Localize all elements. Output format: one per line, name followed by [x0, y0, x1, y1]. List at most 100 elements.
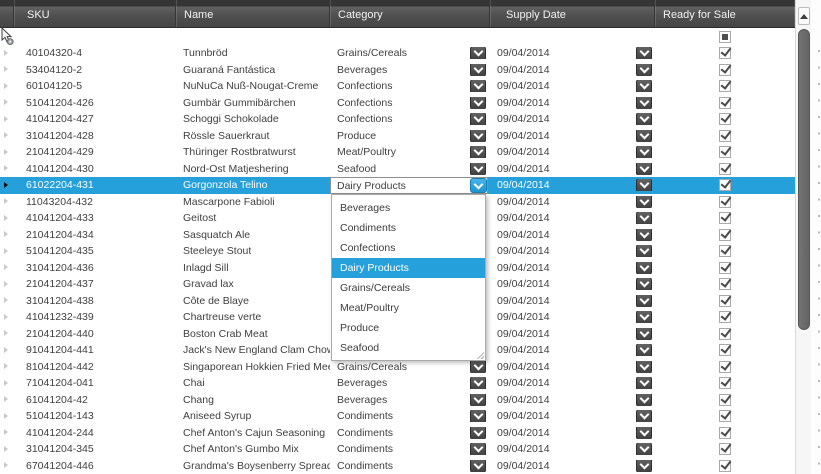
table-row[interactable]: 41041204-430 Nord-Ost Matjeshering Seafo… [0, 161, 795, 178]
column-header-category[interactable]: Category [330, 0, 490, 27]
row-expander-icon[interactable] [4, 83, 8, 89]
date-dropdown-button[interactable] [636, 196, 652, 208]
date-dropdown-button[interactable] [636, 47, 652, 59]
date-dropdown-button[interactable] [636, 212, 652, 224]
table-row[interactable]: 60104120-5 NuNuCa Nuß-Nougat-Creme Confe… [0, 78, 795, 95]
date-dropdown-button[interactable] [636, 229, 652, 241]
date-dropdown-button[interactable] [636, 278, 652, 290]
row-expander-icon[interactable] [4, 446, 8, 452]
row-expander-icon[interactable] [4, 149, 8, 155]
row-expander-icon[interactable] [4, 297, 8, 303]
category-dropdown-button[interactable] [470, 80, 486, 92]
category-dropdown-button[interactable] [470, 361, 486, 373]
ready-checkbox[interactable] [719, 212, 731, 224]
dropdown-option[interactable]: Condiments [332, 218, 485, 238]
row-expander-icon[interactable] [4, 66, 8, 72]
row-expander-icon[interactable] [4, 248, 8, 254]
table-row[interactable]: 21041204-429 Thüringer Rostbratwurst Mea… [0, 144, 795, 161]
column-header-sku[interactable]: SKU [14, 0, 176, 27]
column-header-name[interactable]: Name [176, 0, 330, 27]
date-dropdown-button[interactable] [636, 443, 652, 455]
ready-checkbox[interactable] [719, 113, 731, 125]
date-dropdown-button[interactable] [636, 295, 652, 307]
row-expander-icon[interactable] [4, 182, 8, 188]
dropdown-option[interactable]: Dairy Products [332, 258, 485, 278]
row-expander-icon[interactable] [4, 215, 8, 221]
table-row[interactable]: 71041204-041 Chai Beverages 09/04/2014 [0, 375, 795, 392]
date-dropdown-button[interactable] [636, 113, 652, 125]
dropdown-option[interactable]: Grains/Cereals [332, 278, 485, 298]
ready-checkbox[interactable] [719, 394, 731, 406]
category-dropdown-button[interactable] [470, 97, 486, 109]
dropdown-option[interactable]: Confections [332, 238, 485, 258]
row-expander-icon[interactable] [4, 314, 8, 320]
row-expander-icon[interactable] [4, 429, 8, 435]
category-dropdown-button[interactable] [470, 47, 486, 59]
ready-checkbox[interactable] [719, 262, 731, 274]
row-expander-icon[interactable] [4, 396, 8, 402]
category-dropdown-button[interactable] [470, 460, 486, 472]
column-header-supply-date[interactable]: Supply Date [490, 0, 655, 27]
date-dropdown-button[interactable] [636, 146, 652, 158]
category-combobox-editor[interactable]: Dairy Products [330, 177, 488, 194]
row-expander-icon[interactable] [4, 50, 8, 56]
date-dropdown-button[interactable] [636, 344, 652, 356]
row-expander-icon[interactable] [4, 363, 8, 369]
ready-checkbox[interactable] [719, 427, 731, 439]
dropdown-option[interactable]: Meat/Poultry [332, 298, 485, 318]
ready-checkbox[interactable] [719, 97, 731, 109]
date-dropdown-button[interactable] [636, 427, 652, 439]
date-dropdown-button[interactable] [636, 410, 652, 422]
ready-checkbox[interactable] [719, 344, 731, 356]
ready-checkbox[interactable] [719, 130, 731, 142]
table-row[interactable]: 81041204-442 Singaporean Hokkien Fried M… [0, 359, 795, 376]
date-dropdown-button[interactable] [636, 130, 652, 142]
row-expander-icon[interactable] [4, 198, 8, 204]
category-dropdown-button[interactable] [470, 410, 486, 422]
date-dropdown-button[interactable] [636, 311, 652, 323]
ready-checkbox[interactable] [719, 47, 731, 59]
ready-checkbox[interactable] [719, 361, 731, 373]
ready-checkbox[interactable] [719, 460, 731, 472]
row-expander-icon[interactable] [4, 413, 8, 419]
ready-checkbox[interactable] [719, 146, 731, 158]
popup-resize-grip[interactable] [476, 351, 484, 359]
table-row[interactable]: 51041204-426 Gumbär Gummibärchen Confect… [0, 95, 795, 112]
row-expander-icon[interactable] [4, 99, 8, 105]
row-expander-icon[interactable] [4, 347, 8, 353]
category-dropdown-button[interactable] [470, 163, 486, 175]
date-dropdown-button[interactable] [636, 361, 652, 373]
row-expander-icon[interactable] [4, 116, 8, 122]
date-dropdown-button[interactable] [636, 80, 652, 92]
date-dropdown-button[interactable] [636, 163, 652, 175]
table-row[interactable]: 31041204-345 Chef Anton's Gumbo Mix Cond… [0, 441, 795, 458]
column-header-ready-for-sale[interactable]: Ready for Sale [655, 0, 795, 27]
category-dropdown-button[interactable] [470, 64, 486, 76]
ready-checkbox[interactable] [719, 196, 731, 208]
table-row[interactable]: 53404120-2 Guaraná Fantástica Beverages … [0, 62, 795, 79]
category-dropdown-button[interactable] [470, 130, 486, 142]
table-row[interactable]: 61041204-42 Chang Beverages 09/04/2014 [0, 392, 795, 409]
ready-checkbox[interactable] [719, 311, 731, 323]
table-row[interactable]: 67041204-446 Grandma's Boysenberry Sprea… [0, 458, 795, 474]
category-dropdown-button[interactable] [470, 146, 486, 158]
date-dropdown-button[interactable] [636, 460, 652, 472]
dropdown-option[interactable]: Beverages [332, 198, 485, 218]
ready-checkbox[interactable] [719, 80, 731, 92]
category-dropdown-button[interactable] [470, 113, 486, 125]
date-dropdown-button[interactable] [636, 64, 652, 76]
ready-checkbox[interactable] [719, 377, 731, 389]
dropdown-option[interactable]: Produce [332, 318, 485, 338]
category-dropdown-button[interactable] [470, 377, 486, 389]
ready-checkbox[interactable] [719, 410, 731, 422]
table-row[interactable]: 41041204-427 Schoggi Schokolade Confecti… [0, 111, 795, 128]
category-dropdown-button[interactable] [470, 443, 486, 455]
ready-checkbox[interactable] [719, 163, 731, 175]
combobox-dropdown-button[interactable] [470, 178, 487, 193]
scrollbar-thumb[interactable] [798, 29, 810, 330]
ready-checkbox[interactable] [719, 443, 731, 455]
ready-checkbox[interactable] [719, 64, 731, 76]
table-row[interactable]: 51041204-143 Aniseed Syrup Condiments 09… [0, 408, 795, 425]
row-expander-icon[interactable] [4, 165, 8, 171]
ready-checkbox[interactable] [719, 179, 731, 191]
